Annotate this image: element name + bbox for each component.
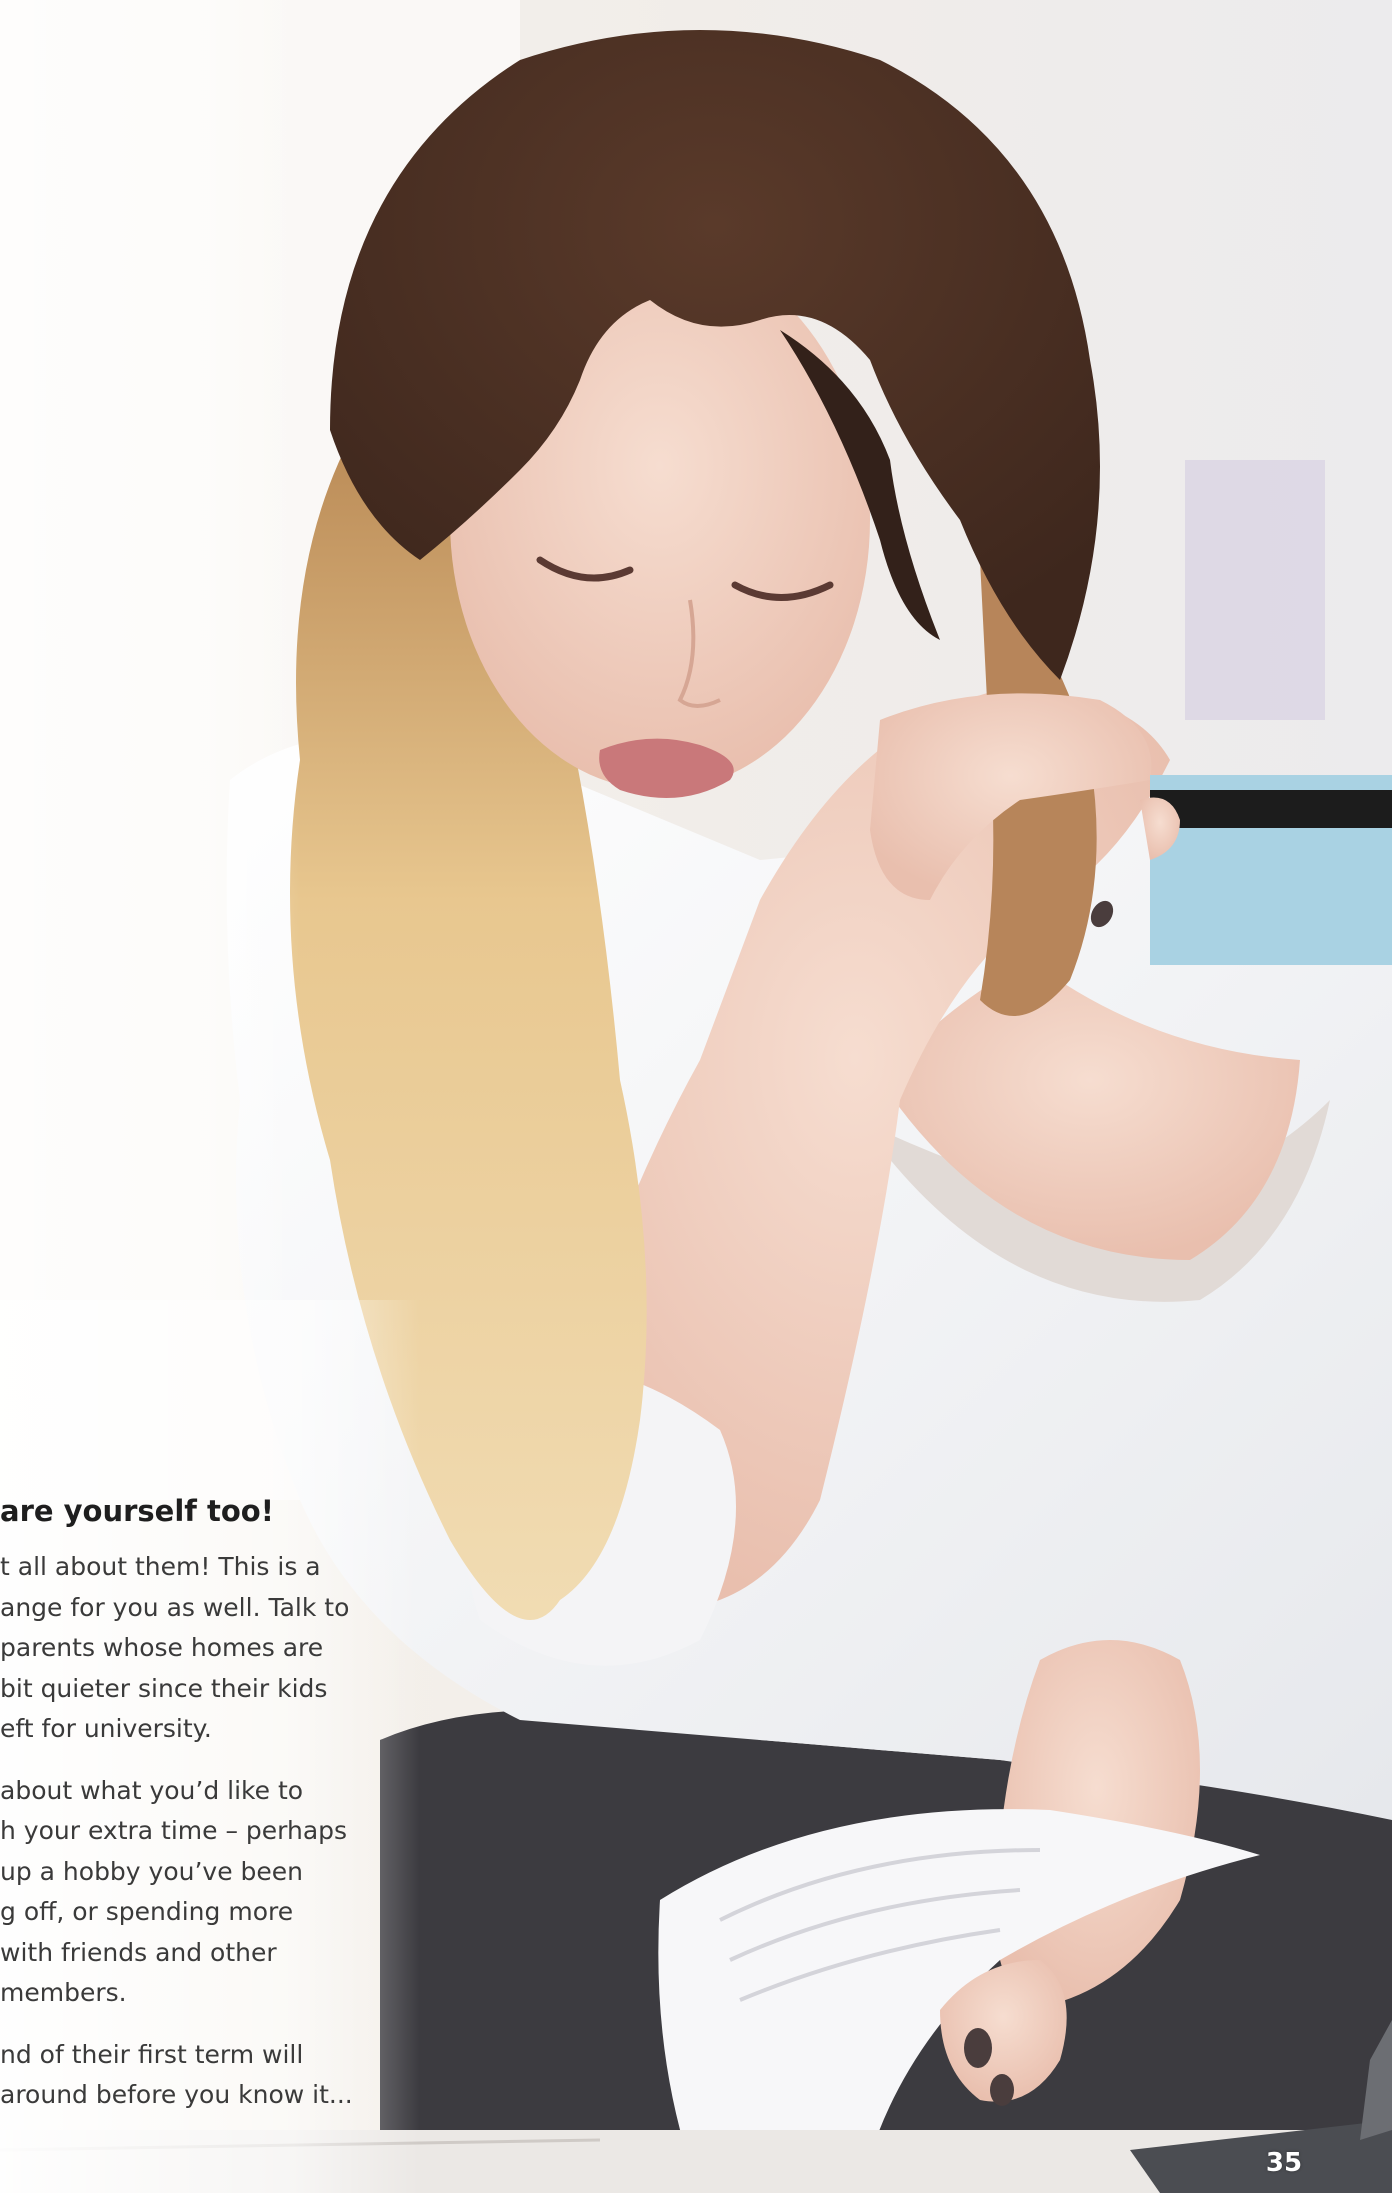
paragraph-line: around before you know it... bbox=[0, 2080, 353, 2109]
paragraph-line: eft for university. bbox=[0, 1714, 212, 1743]
paragraph-line: nd of their first term will bbox=[0, 2039, 304, 2069]
paragraph-line: about what you’d like to bbox=[0, 1775, 304, 1805]
paragraph-line: ange for you as well. Talk to bbox=[0, 1592, 350, 1622]
paragraph-line: t all about them! This is a bbox=[0, 1552, 321, 1581]
paragraph-line: parents whose homes are bbox=[0, 1633, 324, 1662]
paragraph-1: t all about them! This is a ange for you… bbox=[0, 1547, 360, 1750]
paragraph-2: about what you’d like to h your extra ti… bbox=[0, 1771, 360, 2014]
brochure-page: are yourself too! t all about them! This… bbox=[0, 0, 1392, 2193]
paragraph-line: g off, or spending more bbox=[0, 1897, 294, 1926]
paragraph-3: nd of their first term will around befor… bbox=[0, 2035, 360, 2116]
paragraph-line: bit quieter since their kids bbox=[0, 1673, 328, 1703]
paragraph-line: members. bbox=[0, 1978, 127, 2007]
page-number: 35 bbox=[1265, 2148, 1303, 2178]
section-heading: are yourself too! bbox=[0, 1494, 274, 1528]
paragraph-line: with friends and other bbox=[0, 1937, 277, 1967]
paragraph-line: h your extra time – perhaps bbox=[0, 1816, 348, 1845]
text-column: are yourself too! t all about them! This… bbox=[0, 1493, 360, 2137]
paragraph-line: up a hobby you’ve been bbox=[0, 1856, 304, 1886]
